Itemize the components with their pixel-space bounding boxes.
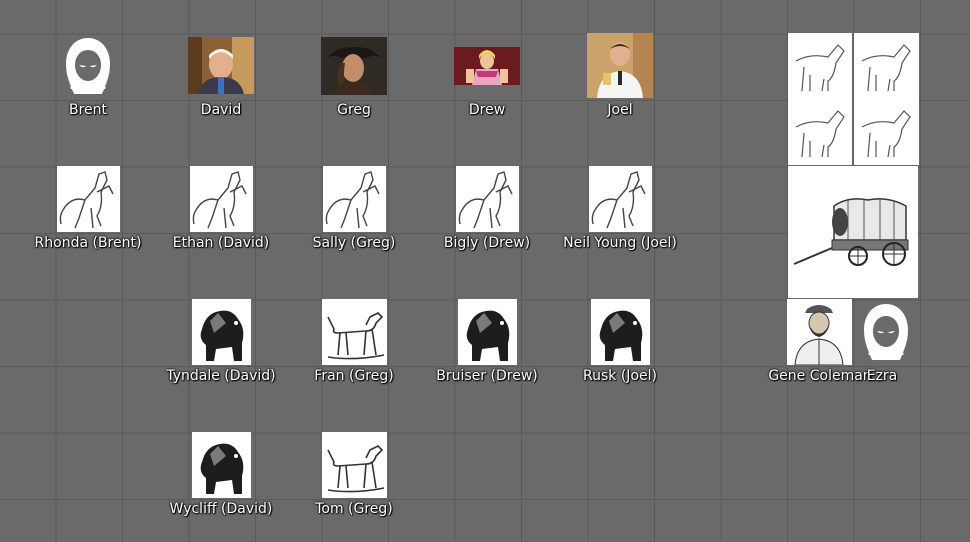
mastiff-icon: [192, 432, 251, 498]
token-label: Joel: [607, 102, 633, 118]
token-drew[interactable]: [454, 47, 520, 85]
hound-icon: [322, 299, 387, 365]
token-rhonda[interactable]: [57, 166, 120, 232]
token-rusk[interactable]: [591, 299, 650, 365]
token-label: Rusk (Joel): [583, 368, 657, 384]
token-ezra[interactable]: [854, 299, 918, 365]
rearing-horse-icon: [323, 166, 386, 232]
token-ethan[interactable]: [190, 166, 253, 232]
mastiff-icon: [192, 299, 251, 365]
token-label: Wycliff (David): [169, 501, 273, 517]
token-wycliff[interactable]: [192, 432, 251, 498]
token-horse-team[interactable]: [788, 33, 919, 165]
token-label: Bruiser (Drew): [436, 368, 538, 384]
token-label: Gene Coleman: [768, 368, 872, 384]
token-neil-young[interactable]: [589, 166, 652, 232]
token-label: Sally (Greg): [312, 235, 396, 251]
hooded-figure-icon: [66, 38, 110, 94]
token-label: Bigly (Drew): [443, 235, 531, 251]
token-label: Fran (Greg): [314, 368, 394, 384]
token-label: Neil Young (Joel): [563, 235, 677, 251]
token-label: Drew: [468, 102, 506, 118]
tabletop-map[interactable]: Brent David Greg Drew Joel Rhonda (Brent…: [0, 0, 970, 542]
token-label: David: [200, 102, 242, 118]
rearing-horse-icon: [589, 166, 652, 232]
token-wagon[interactable]: [788, 166, 918, 298]
token-bigly[interactable]: [456, 166, 519, 232]
token-tyndale[interactable]: [192, 299, 251, 365]
token-joel[interactable]: [587, 33, 653, 98]
token-label: Rhonda (Brent): [34, 235, 142, 251]
portrait-man-with-drink: [587, 33, 653, 98]
token-sally[interactable]: [323, 166, 386, 232]
token-label: Tom (Greg): [315, 501, 393, 517]
token-label: Greg: [337, 102, 371, 118]
token-greg[interactable]: [321, 37, 387, 95]
mastiff-icon: [591, 299, 650, 365]
token-bruiser[interactable]: [458, 299, 517, 365]
rearing-horse-icon: [456, 166, 519, 232]
token-fran[interactable]: [322, 299, 387, 365]
portrait-blond-hero: [454, 47, 520, 85]
token-label: Tyndale (David): [166, 368, 276, 384]
portrait-pioneer-man: [787, 299, 852, 365]
token-label: Ezra: [866, 368, 898, 384]
mastiff-icon: [458, 299, 517, 365]
rearing-horse-icon: [190, 166, 253, 232]
token-david[interactable]: [188, 37, 254, 94]
token-label: Brent: [68, 102, 108, 118]
token-label: Ethan (David): [172, 235, 270, 251]
horse-team-icon: [788, 33, 919, 165]
rearing-horse-icon: [57, 166, 120, 232]
portrait-older-man: [188, 37, 254, 94]
hooded-figure-icon: [864, 304, 908, 360]
hound-icon: [322, 432, 387, 498]
token-tom[interactable]: [322, 432, 387, 498]
token-gene-coleman[interactable]: [787, 299, 852, 365]
portrait-tricorn-hat: [321, 37, 387, 95]
covered-wagon-icon: [788, 166, 918, 298]
token-brent[interactable]: [56, 34, 120, 98]
